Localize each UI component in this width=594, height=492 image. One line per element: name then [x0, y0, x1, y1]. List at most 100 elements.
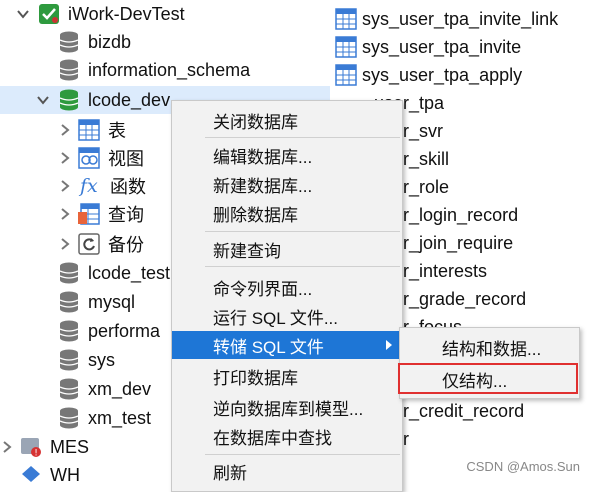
connection-offline-icon: !	[21, 438, 41, 459]
menu-item-edit-database[interactable]: 编辑数据库...	[172, 141, 402, 169]
db-label: bizdb	[88, 31, 132, 52]
database-icon	[59, 59, 79, 81]
db-label: xm_dev	[88, 378, 152, 399]
menu-item-label: 运行 SQL 文件...	[213, 308, 339, 328]
db-label: sys	[88, 349, 115, 370]
query-icon	[78, 203, 100, 225]
chevron-down-icon[interactable]	[16, 7, 30, 21]
database-icon	[59, 291, 79, 313]
connection-name: iWork-DevTest	[68, 3, 185, 24]
table-row[interactable]: sys_user_tpa_apply	[330, 61, 522, 89]
menu-item-label: 新建数据库...	[213, 176, 313, 196]
database-icon	[59, 262, 79, 284]
table-icon	[78, 119, 100, 141]
watermark: CSDN @Amos.Sun	[466, 459, 580, 474]
tree-item-label: 表	[108, 121, 126, 141]
tree-item-label: 视图	[108, 149, 144, 169]
menu-item-console[interactable]: 命令列界面...	[172, 273, 402, 301]
database-icon	[59, 31, 79, 53]
menu-separator	[205, 137, 400, 138]
connection-row-wh[interactable]: WH	[0, 461, 80, 489]
db-row-bizdb[interactable]: bizdb	[58, 28, 131, 56]
connection-name: MES	[50, 436, 90, 457]
menu-item-label: 新建查询	[213, 241, 281, 261]
menu-separator	[205, 266, 400, 267]
menu-item-label: 打印数据库	[213, 368, 298, 388]
function-icon: fx	[80, 175, 98, 197]
menu-item-label: 在数据库中查找	[213, 428, 332, 448]
chevron-right-icon[interactable]	[0, 440, 14, 454]
backup-icon	[78, 233, 100, 255]
db-row-information-schema[interactable]: information_schema	[58, 56, 250, 84]
context-menu: 关闭数据库 编辑数据库... 新建数据库... 删除数据库 新建查询 命令列界面…	[171, 100, 403, 492]
menu-separator	[205, 231, 400, 232]
tree-item-tables[interactable]: 表	[58, 116, 126, 144]
submenu-arrow-icon	[386, 340, 392, 350]
tree-item-label: 查询	[108, 205, 144, 225]
database-open-icon	[59, 89, 79, 111]
connection-row[interactable]: iWork-DevTest	[0, 0, 185, 28]
db-row-performance[interactable]: performa	[58, 317, 160, 345]
db-label: information_schema	[88, 59, 251, 80]
tree-item-views[interactable]: 视图	[58, 144, 144, 172]
connection-name: WH	[50, 464, 80, 485]
menu-item-delete-database[interactable]: 删除数据库	[172, 199, 402, 227]
db-label: lcode_test	[88, 262, 171, 283]
menu-item-run-sql-file[interactable]: 运行 SQL 文件...	[172, 302, 402, 330]
menu-separator	[205, 454, 400, 455]
menu-item-print-database[interactable]: 打印数据库	[172, 362, 402, 390]
submenu-item-structure-and-data[interactable]: 结构和数据...	[400, 333, 579, 361]
db-row-mysql[interactable]: mysql	[58, 288, 135, 316]
tree-item-backups[interactable]: 备份	[58, 230, 144, 258]
table-name: sys_user_tpa_invite_link	[362, 8, 559, 29]
menu-item-label: 转储 SQL 文件	[213, 337, 324, 357]
svg-text:!: !	[34, 449, 38, 459]
menu-item-new-query[interactable]: 新建查询	[172, 235, 402, 263]
menu-item-new-database[interactable]: 新建数据库...	[172, 170, 402, 198]
menu-item-refresh[interactable]: 刷新	[172, 457, 402, 485]
chevron-down-icon[interactable]	[36, 93, 50, 107]
menu-item-label: 编辑数据库...	[213, 147, 313, 167]
connection-row-mes[interactable]: ! MES	[0, 433, 89, 461]
table-row[interactable]: sys_user_tpa_invite	[330, 33, 521, 61]
menu-item-dump-sql-file[interactable]: 转储 SQL 文件	[172, 331, 402, 359]
db-row-xm-dev[interactable]: xm_dev	[58, 375, 151, 403]
tree-item-label: 函数	[110, 177, 146, 197]
annotation-highlight-box	[398, 363, 578, 394]
chevron-right-icon[interactable]	[58, 123, 72, 137]
db-row-sys[interactable]: sys	[58, 346, 115, 374]
tree-item-label: 备份	[108, 235, 144, 255]
table-icon	[330, 36, 362, 58]
submenu-item-label: 结构和数据...	[442, 339, 542, 359]
chevron-right-icon[interactable]	[58, 151, 72, 165]
db-label: mysql	[88, 291, 136, 312]
database-icon	[59, 349, 79, 371]
menu-item-close-database[interactable]: 关闭数据库	[172, 106, 402, 134]
tree-item-queries[interactable]: 查询	[58, 200, 144, 228]
menu-item-label: 关闭数据库	[213, 112, 298, 132]
table-icon	[330, 64, 362, 86]
connection-icon	[39, 4, 59, 24]
database-icon	[59, 320, 79, 342]
chevron-right-icon[interactable]	[58, 179, 72, 193]
table-row[interactable]: sys_user_tpa_invite_link	[330, 5, 558, 33]
menu-item-find-in-database[interactable]: 在数据库中查找	[172, 422, 402, 450]
chevron-right-icon[interactable]	[58, 237, 72, 251]
db-row-lcode-test[interactable]: lcode_test	[58, 259, 170, 287]
menu-item-label: 逆向数据库到模型...	[213, 399, 364, 419]
table-name: sys_user_tpa_invite	[362, 36, 522, 57]
db-label: performa	[88, 320, 161, 341]
menu-item-label: 删除数据库	[213, 205, 298, 225]
connection-icon	[22, 466, 40, 482]
menu-item-label: 命令列界面...	[213, 279, 313, 299]
table-name: sys_user_tpa_apply	[362, 64, 523, 85]
db-label: lcode_dev	[88, 89, 171, 110]
chevron-right-icon[interactable]	[58, 207, 72, 221]
menu-item-reverse-to-model[interactable]: 逆向数据库到模型...	[172, 393, 402, 421]
db-label: xm_test	[88, 407, 152, 428]
tree-item-functions[interactable]: fx 函数	[58, 172, 146, 200]
table-icon	[330, 8, 362, 30]
db-row-xm-test[interactable]: xm_test	[58, 404, 151, 432]
database-icon	[59, 407, 79, 429]
database-icon	[59, 378, 79, 400]
